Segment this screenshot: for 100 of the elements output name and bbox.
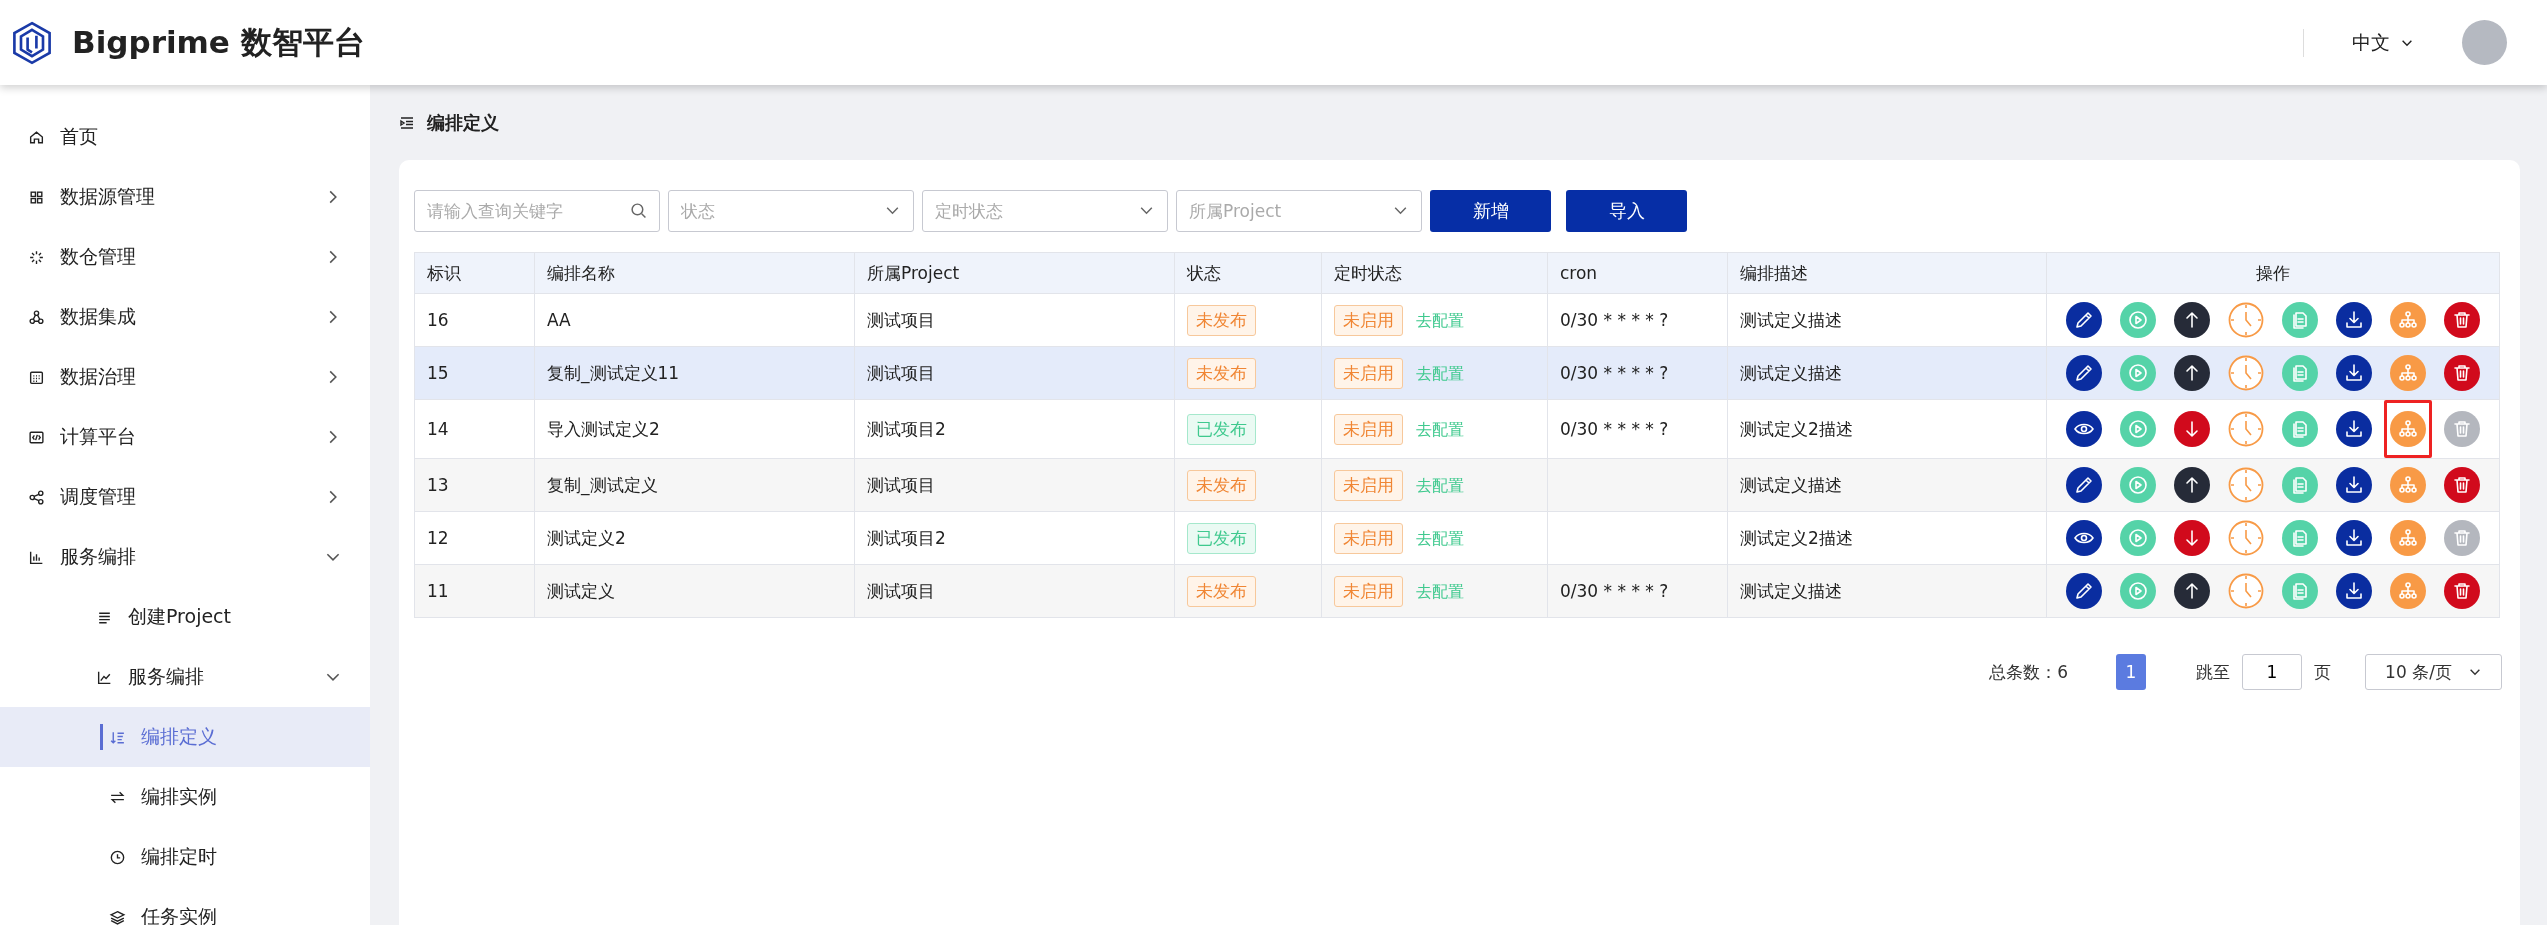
column-header: 编排描述 [1740,262,1808,283]
sidebar-item[interactable]: 数仓管理 [0,227,370,287]
sparkle-icon [28,248,45,266]
download-icon [2336,467,2372,503]
schedule-status-tag: 未启用 [1334,469,1403,501]
sidebar-item[interactable]: 编排实例 [0,767,370,827]
play-icon [2120,411,2156,447]
clock-icon [2228,302,2264,338]
trash-icon [2444,355,2480,391]
select-field[interactable]: 状态 [668,190,914,232]
clock-icon [2228,355,2264,391]
edit-icon [2066,573,2102,609]
trash-icon [2444,302,2480,338]
search-icon [630,202,647,219]
column-header: 状态 [1187,262,1221,283]
sidebar-item[interactable]: 调度管理 [0,467,370,527]
home-icon [28,128,45,146]
download-icon [2336,302,2372,338]
hierarchy-icon [2390,355,2426,391]
document-icon [2282,355,2318,391]
eye-icon [2066,411,2102,447]
hierarchy-icon [2390,302,2426,338]
action-button[interactable]: 新增 [1430,190,1551,232]
trash-icon [2444,520,2480,556]
schedule-status-tag: 未启用 [1334,304,1403,336]
table-cell: 测试项目 [867,309,935,330]
column-header: 标识 [427,262,461,283]
sidebar-item[interactable]: 首页 [0,107,370,167]
table-cell: 测试项目 [867,362,935,383]
table-cell: 测试定义描述 [1740,580,1842,601]
select-field[interactable]: 定时状态 [922,190,1168,232]
schedule-status-tag: 未启用 [1334,413,1403,445]
trash-icon [2444,411,2480,447]
calendar-icon [28,368,45,386]
table-cell: 0/30 * * * * ? [1560,419,1669,439]
clock-icon [2228,467,2264,503]
column-header: 操作 [2256,262,2290,283]
document-icon [2282,520,2318,556]
schedule-status-tag: 未启用 [1334,357,1403,389]
clock-icon [109,848,126,866]
sidebar-item[interactable]: 编排定义 [0,707,370,767]
sidebar-item[interactable]: 数据集成 [0,287,370,347]
share-icon [28,488,45,506]
column-header: 所属Project [867,262,960,283]
status-tag: 未发布 [1187,357,1256,389]
jump-label: 跳至 [2196,660,2230,684]
status-tag: 未发布 [1187,304,1256,336]
sidebar-item[interactable]: 服务编排 [0,647,370,707]
edit-icon [2066,302,2102,338]
table-cell: 16 [427,310,449,330]
schedule-status-tag: 未启用 [1334,575,1403,607]
table-cell: 测试定义 [547,580,615,601]
user-avatar[interactable] [2462,20,2507,65]
code-icon [28,428,45,446]
network-icon [28,308,45,326]
download-icon [2336,411,2372,447]
clock-icon [2228,573,2264,609]
page-unit-label: 页 [2314,660,2331,684]
document-icon [2282,467,2318,503]
app-title: Bigprime 数智平台 [72,22,365,62]
page-title: 编排定义 [427,110,499,135]
table-cell: 0/30 * * * * ? [1560,581,1669,601]
eye-icon [2066,520,2102,556]
hierarchy-icon [2390,520,2426,556]
sidebar-item[interactable]: 编排定时 [0,827,370,887]
play-icon [2120,467,2156,503]
sidebar-item[interactable]: 任务实例 [0,887,370,925]
table-cell: 测试项目 [867,580,935,601]
clock-icon [2228,520,2264,556]
status-tag: 已发布 [1187,522,1256,554]
sidebar-item[interactable]: 数据源管理 [0,167,370,227]
download-icon [2336,355,2372,391]
play-icon [2120,302,2156,338]
select-field[interactable]: 所属Project [1176,190,1422,232]
database-icon [28,188,45,206]
sidebar-item[interactable]: 创建Project [0,587,370,647]
table-cell: 0/30 * * * * ? [1560,363,1669,383]
download-icon [2336,520,2372,556]
clock-icon [2228,411,2264,447]
table-cell: 测试定义描述 [1740,474,1842,495]
action-button[interactable]: 导入 [1566,190,1687,232]
search-field[interactable]: 请输入查询关键字 [414,190,660,232]
trash-icon [2444,467,2480,503]
document-icon [2282,411,2318,447]
page-size-select[interactable]: 10 条/页 [2365,654,2502,690]
page-button[interactable]: 1 [2116,654,2146,690]
status-tag: 未发布 [1187,575,1256,607]
page-input[interactable]: 1 [2242,654,2302,690]
schedule-status-tag: 未启用 [1334,522,1403,554]
table-cell: 测试项目2 [867,418,946,439]
sidebar-item[interactable]: 服务编排 [0,527,370,587]
table-cell: 11 [427,581,449,601]
language-selector[interactable]: 中文 [2348,25,2418,60]
table-cell: 导入测试定义2 [547,418,660,439]
sidebar-item[interactable]: 计算平台 [0,407,370,467]
column-header: 定时状态 [1334,262,1402,283]
hierarchy-icon [2390,467,2426,503]
layers-icon [109,908,126,925]
table-cell: 15 [427,363,449,383]
sidebar-item[interactable]: 数据治理 [0,347,370,407]
